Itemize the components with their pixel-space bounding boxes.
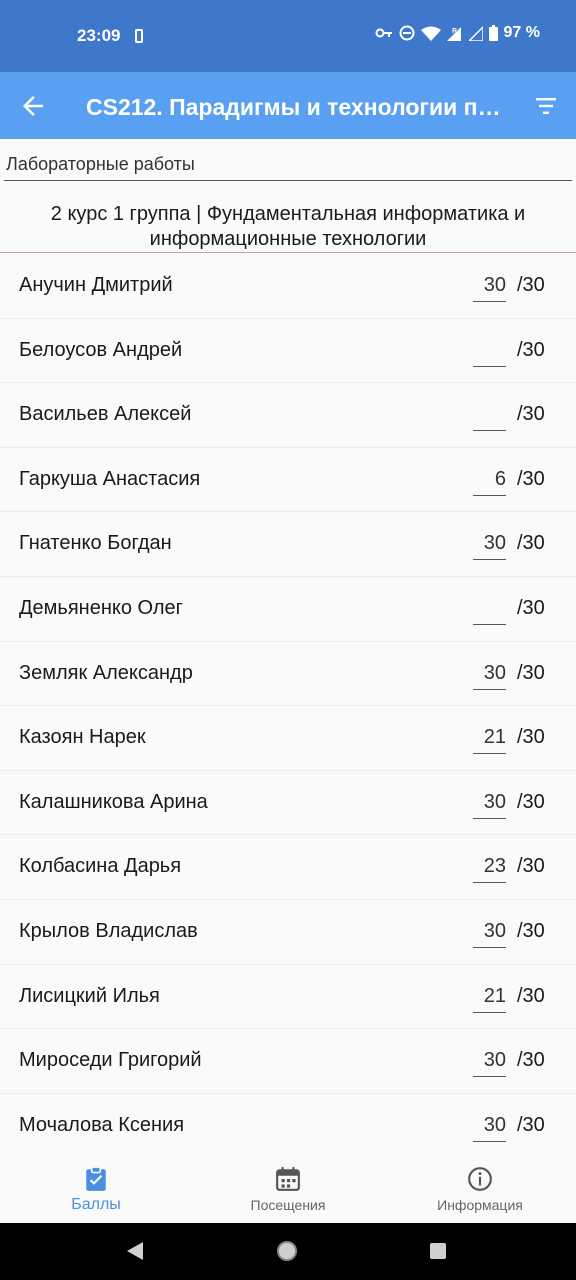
student-name: Калашникова Арина <box>19 790 208 813</box>
score-input[interactable] <box>473 403 506 432</box>
list-item: Васильев Алексей/30 <box>0 383 576 448</box>
calendar-icon <box>276 1167 300 1191</box>
app-root: 23:09 R 97 % CS212. Парадигмы и технолог… <box>0 0 576 1280</box>
signal-roaming-icon: R <box>446 27 461 41</box>
student-name: Казоян Нарек <box>19 726 146 749</box>
arrow-left-icon[interactable] <box>18 91 48 121</box>
score-max: /30 <box>517 274 545 296</box>
section-divider <box>4 180 572 181</box>
score-max: /30 <box>517 984 545 1007</box>
score-input[interactable]: 30 <box>473 662 506 690</box>
system-home-icon[interactable] <box>277 1241 297 1261</box>
student-name: Мочалова Ксения <box>19 1113 185 1136</box>
do-not-disturb-icon <box>399 25 415 41</box>
score-max: /30 <box>517 855 545 878</box>
score-input[interactable] <box>473 597 506 625</box>
student-name: Мироседи Григорий <box>19 1049 202 1072</box>
system-nav-bar <box>0 1223 576 1280</box>
score-input[interactable]: 30 <box>473 791 506 819</box>
wifi-icon <box>420 26 441 41</box>
section-label: Лабораторные работы <box>6 154 195 174</box>
tab-info[interactable]: Информация <box>384 1156 576 1223</box>
score-max: /30 <box>517 403 545 426</box>
score-max: /30 <box>517 661 545 684</box>
score-max: /30 <box>517 532 545 555</box>
score-input[interactable]: 21 <box>473 985 506 1013</box>
tab-scores-label: Баллы <box>71 1196 121 1213</box>
student-name: Анучин Дмитрий <box>19 274 173 296</box>
score-input[interactable]: 6 <box>473 468 506 496</box>
student-name: Васильев Алексей <box>19 403 192 426</box>
score-input[interactable]: 30 <box>473 1114 506 1142</box>
filter-icon[interactable] <box>534 94 558 118</box>
tab-attendance-label: Посещения <box>250 1197 326 1213</box>
clipboard-icon <box>86 1166 106 1191</box>
status-icons: R 97 % <box>375 24 540 42</box>
signal-icon <box>468 25 483 41</box>
page-title: CS212. Парадигмы и технологии программир… <box>86 94 510 120</box>
score-input[interactable]: 30 <box>473 1049 506 1078</box>
student-name: Белоусов Андрей <box>19 338 183 361</box>
key-icon <box>375 28 392 38</box>
score-max: /30 <box>517 1049 545 1072</box>
student-name: Колбасина Дарья <box>19 855 182 878</box>
score-input[interactable]: 30 <box>473 532 506 561</box>
student-name: Крылов Владислав <box>19 919 198 942</box>
system-back-icon[interactable] <box>126 1241 144 1261</box>
tab-attendance[interactable]: Посещения <box>192 1156 384 1223</box>
list-item: Лисицкий Илья 21/30 <box>0 964 576 1030</box>
list-item: Крылов Владислав 30/30 <box>0 899 576 965</box>
student-name: Гаркуша Анастасия <box>19 467 201 490</box>
battery-icon <box>488 25 498 41</box>
phone-icon <box>135 29 143 43</box>
list-item: Анучин Дмитрий 30/30 <box>0 254 576 319</box>
student-name: Лисицкий Илья <box>19 984 160 1007</box>
score-max: /30 <box>517 596 545 619</box>
tab-scores[interactable]: Баллы <box>0 1156 192 1223</box>
svg-text:R: R <box>452 28 457 35</box>
score-max: /30 <box>517 790 545 813</box>
list-item: Мочалова Ксения 30/30 <box>0 1093 576 1159</box>
status-bar: 23:09 R 97 % <box>0 0 576 72</box>
system-recents-icon[interactable] <box>430 1243 446 1259</box>
student-name: Гнатенко Богдан <box>19 532 172 555</box>
list-item: Гнатенко Богдан 30/30 <box>0 512 576 577</box>
list-item: Гаркуша Анастасия 6/30 <box>0 447 576 513</box>
score-input[interactable] <box>473 339 506 367</box>
status-time: 23:09 <box>77 26 121 45</box>
info-icon <box>468 1167 492 1191</box>
score-input[interactable]: 30 <box>473 274 506 302</box>
student-list: Анучин Дмитрий 30/30 Белоусов Андрей/30 Вас… <box>0 254 576 1159</box>
group-divider <box>0 252 576 253</box>
score-max: /30 <box>517 919 545 942</box>
student-name: Демьяненко Олег <box>19 596 183 619</box>
list-item: Казоян Нарек 21/30 <box>0 706 576 771</box>
app-bar: CS212. Парадигмы и технологии программир… <box>0 72 576 139</box>
list-item: Колбасина Дарья 23/30 <box>0 835 576 900</box>
score-max: /30 <box>517 338 545 361</box>
list-item: Земляк Александр 30/30 <box>0 641 576 707</box>
score-input[interactable]: 21 <box>473 726 506 755</box>
student-name: Земляк Александр <box>19 661 193 684</box>
battery-percent: 97 % <box>503 24 540 41</box>
score-max: /30 <box>517 467 545 490</box>
list-item: Мироседи Григорий 30/30 <box>0 1029 576 1094</box>
score-input[interactable]: 30 <box>473 920 506 948</box>
group-title: 2 курс 1 группа | Фундаментальная информ… <box>50 203 526 250</box>
score-max: /30 <box>517 726 545 749</box>
bottom-nav: Баллы Посещения Информация <box>0 1156 576 1223</box>
tab-info-label: Информация <box>437 1197 523 1213</box>
list-item: Белоусов Андрей/30 <box>0 318 576 384</box>
score-max: /30 <box>517 1113 545 1136</box>
score-input[interactable]: 23 <box>473 855 506 884</box>
list-item: Калашникова Арина 30/30 <box>0 770 576 836</box>
list-item: Демьяненко Олег/30 <box>0 576 576 642</box>
